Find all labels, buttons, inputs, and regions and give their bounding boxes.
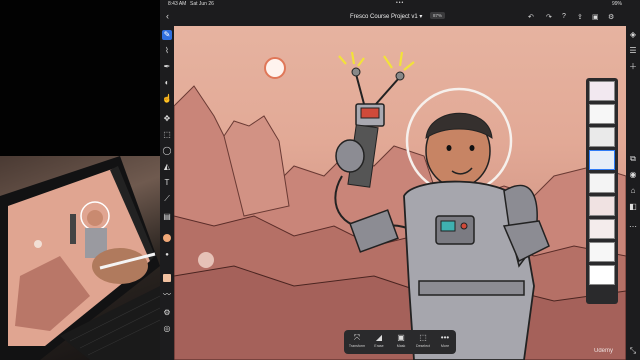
mask-button[interactable]: ▣ Mask [390, 332, 412, 352]
fresco-app: 8:43 AM Sat Jun 26 ••• 99% ‹ Fresco Cour… [160, 0, 640, 360]
drawing-canvas[interactable]: Udemy [174, 26, 626, 360]
mask-layer-icon[interactable]: ◧ [628, 202, 638, 212]
layer-thumbnail-5[interactable] [589, 173, 615, 193]
status-date: Sat Jun 26 [190, 1, 214, 7]
eraser-icon[interactable]: ◐ [162, 78, 172, 88]
visibility-eye-icon[interactable]: ◉ [628, 170, 638, 180]
share-icon[interactable]: ⇪ [577, 13, 583, 21]
zoom-level[interactable]: 87% [430, 12, 446, 19]
left-toolbar: ✎ ⌇ ✒ ◐ ☝ ✥ ⬚ ◯ ◭ T ⟋ ▤ ● 〰 ⚙ ◎ [160, 26, 174, 360]
webcam-photo [0, 156, 160, 360]
layer-thumbnail-8[interactable] [589, 242, 615, 262]
battery-percent: 99% [612, 1, 623, 7]
export-icon[interactable]: ▣ [592, 13, 599, 21]
more-icon: ••• [440, 333, 450, 342]
fill-icon[interactable]: ◭ [162, 162, 172, 172]
transform-button[interactable]: ⤧ Transform [346, 332, 368, 352]
status-time: 8:43 AM [168, 1, 187, 7]
deselect-icon: ⬚ [419, 333, 427, 342]
lock-icon[interactable]: ⌂ [628, 186, 638, 196]
eyedropper-icon[interactable]: ⟋ [162, 194, 172, 204]
back-chevron-icon[interactable]: ‹ [166, 11, 169, 21]
layer-thumbnail-1[interactable] [589, 81, 615, 101]
mask-icon: ▣ [397, 333, 405, 342]
multitask-dots-icon[interactable]: ••• [396, 0, 404, 6]
bottom-action-bar: ⤧ Transform ◢ Erase ▣ Mask ⬚ Deselect ••… [344, 330, 456, 354]
right-toolbar: ◈ ☰ ＋ ⧉ ◉ ⌂ ◧ ⋯ ⤡ [626, 26, 640, 360]
erase-button[interactable]: ◢ Erase [368, 332, 390, 352]
touch-shortcut-icon[interactable]: ◎ [162, 324, 172, 334]
current-color-swatch[interactable] [163, 274, 171, 282]
layer-thumbnail-2[interactable] [589, 104, 615, 124]
expand-icon[interactable]: ⤡ [628, 346, 638, 356]
title-bar: ‹ Fresco Course Project v1 ▾ 87% ↶ ↷ ? ⇪… [160, 8, 640, 26]
udemy-watermark: Udemy [594, 348, 614, 354]
erase-icon: ◢ [375, 333, 383, 342]
layers-panel [586, 78, 618, 304]
layer-thumbnail-7[interactable] [589, 219, 615, 239]
undo-icon[interactable]: ↶ [528, 13, 534, 21]
pixel-brush-icon[interactable]: ✎ [162, 30, 172, 40]
live-brush-icon[interactable]: ⌇ [162, 46, 172, 56]
status-bar: 8:43 AM Sat Jun 26 ••• 99% [160, 0, 640, 8]
more-options-icon[interactable]: ⋯ [628, 222, 638, 232]
smudge-icon[interactable]: ☝ [162, 94, 172, 104]
vector-brush-icon[interactable]: ✒ [162, 62, 172, 72]
layer-thumbnail-6[interactable] [589, 196, 615, 216]
layers-icon[interactable]: ◈ [628, 30, 638, 40]
brush-size-icon[interactable]: ● [162, 250, 172, 260]
brush-settings-icon[interactable]: ⚙ [162, 308, 172, 318]
layer-thumbnail-3[interactable] [589, 127, 615, 147]
webcam-panel [0, 0, 160, 360]
help-icon[interactable]: ? [562, 13, 566, 20]
add-layer-icon[interactable]: ＋ [628, 62, 638, 72]
redo-icon[interactable]: ↷ [546, 13, 552, 21]
move-icon[interactable]: ✥ [162, 114, 172, 124]
layer-actions-icon[interactable]: ⧉ [628, 154, 638, 164]
settings-icon[interactable]: ⚙ [608, 13, 614, 21]
stroke-settings-icon[interactable]: 〰 [162, 290, 172, 300]
deselect-button[interactable]: ⬚ Deselect [412, 332, 434, 352]
selection-icon[interactable]: ⬚ [162, 130, 172, 140]
document-title[interactable]: Fresco Course Project v1 ▾ [350, 13, 422, 20]
image-icon[interactable]: ▤ [162, 212, 172, 222]
color-swatch[interactable] [163, 234, 171, 242]
text-icon[interactable]: T [162, 178, 172, 188]
layer-thumbnail-9[interactable] [589, 265, 615, 285]
transform-icon: ⤧ [353, 333, 361, 342]
more-button[interactable]: ••• More [434, 332, 456, 352]
layer-thumbnail-4[interactable] [589, 150, 615, 170]
layer-properties-icon[interactable]: ☰ [628, 46, 638, 56]
lasso-icon[interactable]: ◯ [162, 146, 172, 156]
webcam-dark-area [0, 0, 160, 156]
